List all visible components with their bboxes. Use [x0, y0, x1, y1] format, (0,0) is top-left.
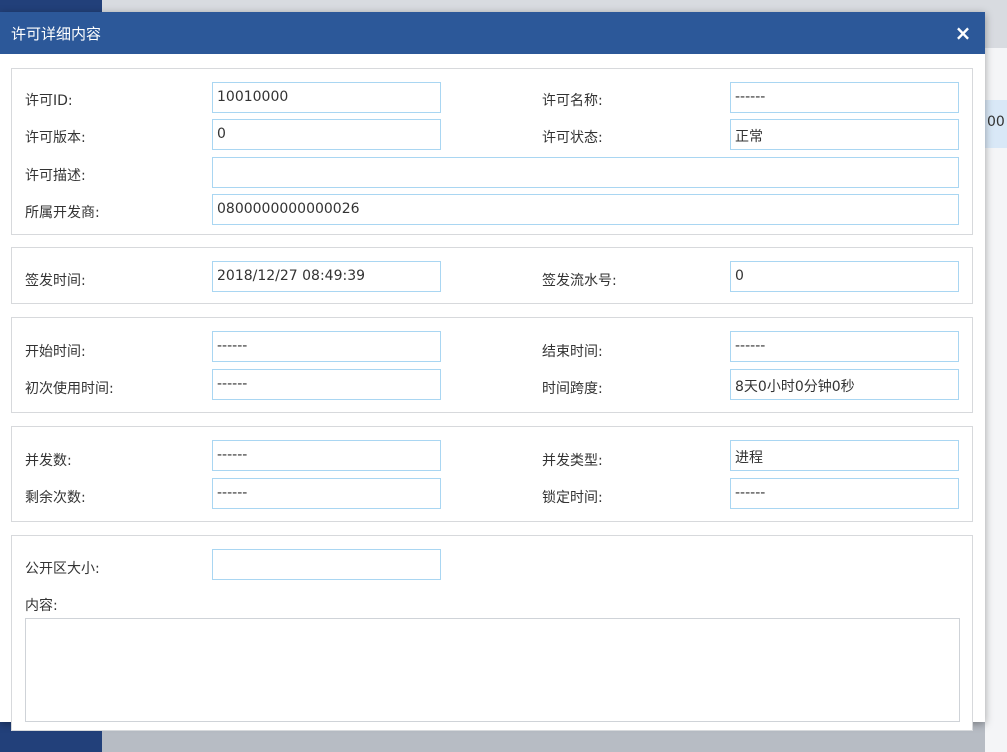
lock-time-label: 锁定时间: [542, 490, 603, 506]
dialog-title: 许可详细内容 [11, 25, 102, 43]
start-time-label: 开始时间: [25, 344, 86, 360]
first-use-time-field[interactable]: ------ [212, 369, 441, 400]
issue-time-field[interactable]: 2018/12/27 08:49:39 [212, 261, 441, 292]
first-use-time-label: 初次使用时间: [25, 381, 114, 397]
license-desc-label: 许可描述: [25, 168, 86, 184]
basic-info-section: 许可ID: 10010000 许可名称: ------ 许可版本: 0 许可状态… [11, 68, 973, 235]
concurrency-section: 并发数: ------ 并发类型: 进程 剩余次数: ------ 锁定时间: … [11, 426, 973, 522]
concurrency-type-field[interactable]: 进程 [730, 440, 959, 471]
content-label: 内容: [25, 598, 58, 614]
remaining-count-field[interactable]: ------ [212, 478, 441, 509]
developer-label: 所属开发商: [25, 205, 100, 221]
background-panel [985, 48, 1007, 752]
concurrency-type-label: 并发类型: [542, 453, 603, 469]
concurrency-count-label: 并发数: [25, 453, 72, 469]
time-span-field[interactable]: 8天0小时0分钟0秒 [730, 369, 959, 400]
close-icon[interactable]: × [950, 21, 976, 45]
license-version-label: 许可版本: [25, 130, 86, 146]
issue-time-label: 签发时间: [25, 273, 86, 289]
start-time-field[interactable]: ------ [212, 331, 441, 362]
license-status-label: 许可状态: [542, 130, 603, 146]
license-status-field[interactable]: 正常 [730, 119, 959, 150]
license-id-label: 许可ID: [25, 93, 73, 109]
concurrency-count-field[interactable]: ------ [212, 440, 441, 471]
public-size-field[interactable] [212, 549, 441, 580]
time-span-label: 时间跨度: [542, 381, 603, 397]
issue-info-section: 签发时间: 2018/12/27 08:49:39 签发流水号: 0 [11, 247, 973, 304]
license-version-field[interactable]: 0 [212, 119, 441, 150]
end-time-field[interactable]: ------ [730, 331, 959, 362]
public-size-label: 公开区大小: [25, 561, 100, 577]
background-table-row: 00 [985, 100, 1007, 148]
public-area-section: 公开区大小: 内容: [11, 535, 973, 731]
time-info-section: 开始时间: ------ 结束时间: ------ 初次使用时间: ------… [11, 317, 973, 413]
license-detail-dialog: 许可详细内容 × 许可ID: 10010000 许可名称: ------ 许可版… [0, 12, 985, 731]
background-row-text: 00 [987, 114, 1005, 130]
license-name-label: 许可名称: [542, 93, 603, 109]
license-id-field[interactable]: 10010000 [212, 82, 441, 113]
license-name-field[interactable]: ------ [730, 82, 959, 113]
developer-field[interactable]: 0800000000000026 [212, 194, 959, 225]
dialog-header: 许可详细内容 × [0, 12, 985, 54]
end-time-label: 结束时间: [542, 344, 603, 360]
remaining-count-label: 剩余次数: [25, 490, 86, 506]
license-desc-field[interactable] [212, 157, 959, 188]
lock-time-field[interactable]: ------ [730, 478, 959, 509]
issue-serial-label: 签发流水号: [542, 273, 617, 289]
content-textarea[interactable] [25, 618, 960, 722]
issue-serial-field[interactable]: 0 [730, 261, 959, 292]
